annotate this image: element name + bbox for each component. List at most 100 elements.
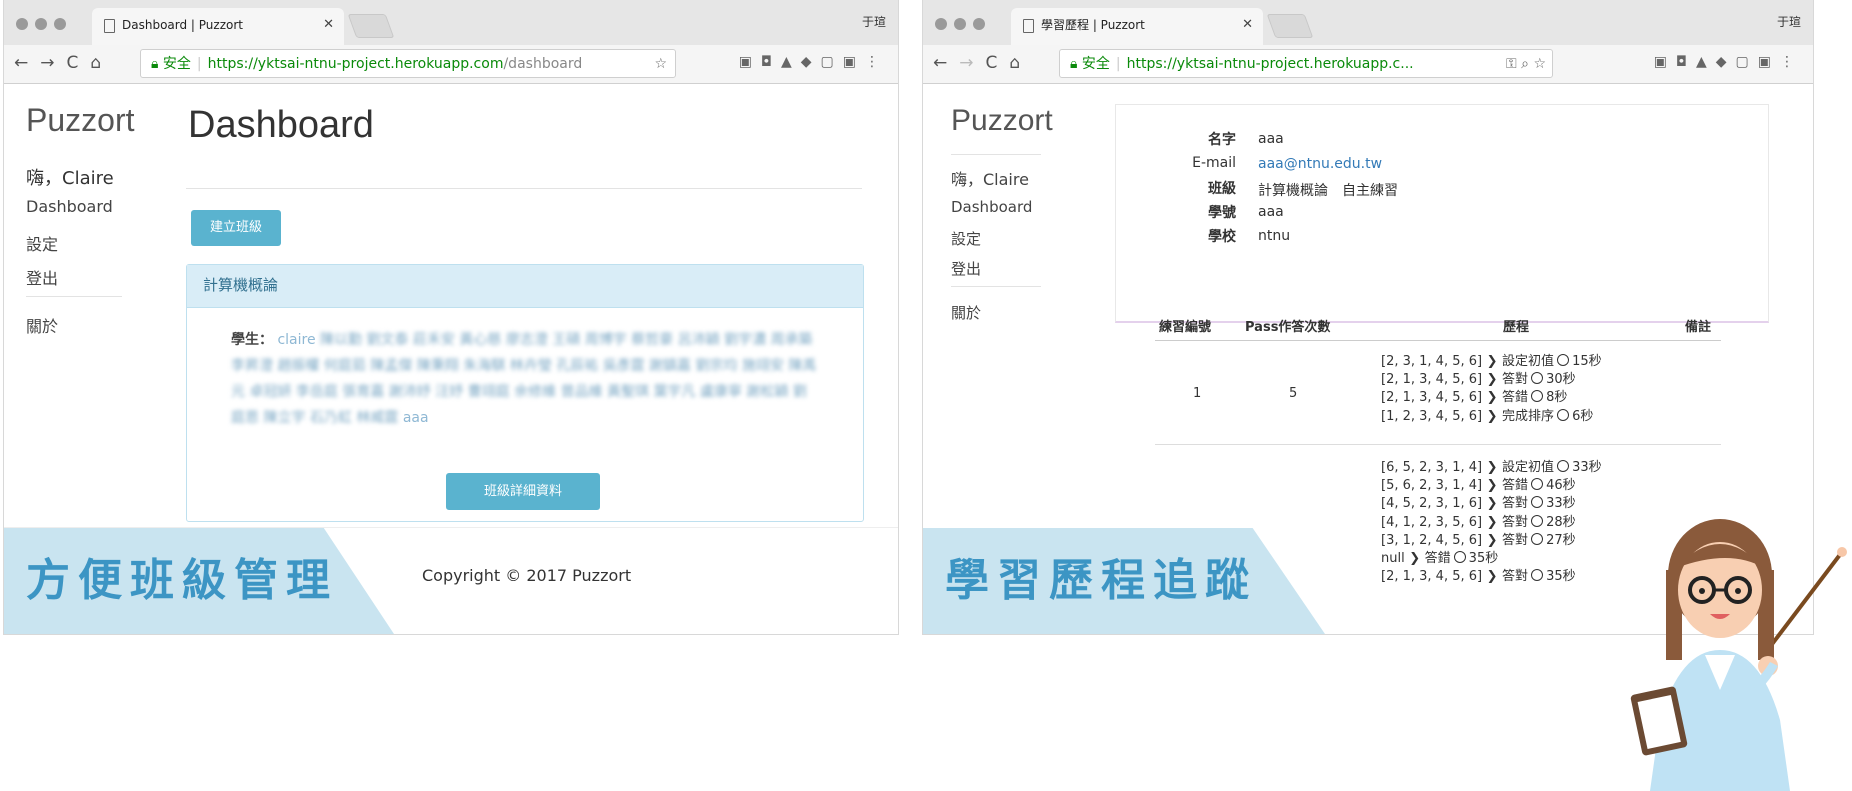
- student-name[interactable]: claire: [277, 332, 315, 348]
- elapsed-time: 6秒: [1572, 408, 1594, 424]
- url-text: https://yktsai-ntnu-project.herokuapp.c.…: [1126, 56, 1414, 72]
- status-text: 答錯: [1502, 390, 1529, 406]
- status-text: 設定初值: [1502, 460, 1555, 475]
- pointer-tip: [1837, 547, 1847, 557]
- array-state: [5, 6, 2, 3, 1, 4]: [1381, 478, 1483, 494]
- row-divider: [1155, 444, 1721, 445]
- sidebar-item-logout[interactable]: 登出: [26, 265, 58, 289]
- status-text: 答錯: [1502, 478, 1529, 494]
- teacher-illustration: [1630, 519, 1847, 791]
- clock-icon: [1531, 478, 1544, 491]
- chevron-right-icon: ❯: [1482, 354, 1503, 369]
- close-tab-icon[interactable]: ✕: [323, 8, 334, 42]
- school-value: ntnu: [1258, 228, 1291, 244]
- clock-icon: [1531, 514, 1544, 527]
- sidebar-item-settings[interactable]: 設定: [26, 231, 58, 255]
- chevron-right-icon: ❯: [1482, 496, 1503, 512]
- brand-logo[interactable]: Puzzort: [26, 102, 134, 139]
- reload-icon[interactable]: C: [986, 53, 1010, 73]
- brand-divider: [951, 154, 1041, 155]
- footer: 方便班級管理 Copyright © 2017 Puzzort: [4, 527, 898, 634]
- elapsed-time: 33秒: [1572, 460, 1602, 475]
- clock-icon: [1557, 408, 1570, 421]
- sidebar-item-dashboard[interactable]: Dashboard: [951, 198, 1032, 216]
- history-line: [5, 6, 2, 3, 1, 4] ❯ 答錯 46秒: [1381, 474, 1576, 493]
- student-names-blurred[interactable]: 陳以勤 劉文泰 莊禾安 黃心慈 廖志澄 王碩 周博宇 蔡哲豪 呂沛穎 劉宇濃 周…: [231, 332, 816, 426]
- page-content: Puzzort 嗨，Claire Dashboard 設定 登出 關於 Dash…: [4, 84, 898, 634]
- extension-icons[interactable]: ▣◘▲◆▢▣⋮: [739, 54, 888, 70]
- elapsed-time: 15秒: [1572, 354, 1602, 369]
- email-link[interactable]: aaa@ntnu.edu.tw: [1258, 156, 1382, 172]
- tab-bar: 學習歷程 | Puzzort ✕ 于瑄: [923, 0, 1813, 45]
- page-icon: [1023, 19, 1034, 33]
- nav-buttons[interactable]: ←→C⌂: [14, 53, 113, 73]
- copyright: Copyright © 2017 Puzzort: [422, 566, 632, 585]
- forward-icon[interactable]: →: [959, 53, 985, 73]
- clock-icon: [1557, 460, 1570, 472]
- reload-icon[interactable]: C: [67, 53, 91, 73]
- window-controls[interactable]: [16, 15, 73, 34]
- clock-icon: [1557, 354, 1570, 366]
- chevron-right-icon: ❯: [1482, 460, 1503, 475]
- nav-buttons[interactable]: ←→C⌂: [933, 53, 1032, 73]
- brand-logo[interactable]: Puzzort: [951, 104, 1053, 138]
- panel-title: 計算機概論: [187, 265, 863, 308]
- secure-label: 安全: [1081, 56, 1110, 72]
- chevron-right-icon: ❯: [1482, 390, 1503, 406]
- browser-toolbar: ←→C⌂ 🔒︎ 安全 | https://yktsai-ntnu-project.h…: [4, 45, 898, 84]
- profile-name[interactable]: 于瑄: [862, 13, 886, 30]
- tab-title: 學習歷程 | Puzzort: [1041, 18, 1145, 32]
- array-state: [4, 5, 2, 3, 1, 6]: [1381, 496, 1483, 512]
- sidebar-divider: [951, 286, 1041, 287]
- exercise-no: 1: [1193, 386, 1202, 401]
- bookmark-star-icon[interactable]: ⚿ ⌕ ☆: [1506, 50, 1546, 77]
- back-icon[interactable]: ←: [14, 53, 40, 73]
- home-icon[interactable]: ⌂: [90, 53, 113, 73]
- greeting: 嗨，Claire: [26, 168, 114, 189]
- name-value: aaa: [1258, 131, 1284, 147]
- close-tab-icon[interactable]: ✕: [1242, 8, 1253, 42]
- bookmark-star-icon[interactable]: ☆: [654, 50, 667, 77]
- new-tab-button[interactable]: [1266, 14, 1314, 38]
- home-icon[interactable]: ⌂: [1009, 53, 1032, 73]
- lock-icon: 🔒︎: [1070, 56, 1078, 72]
- tab-bar: Dashboard | Puzzort ✕ 于瑄: [4, 0, 898, 45]
- array-state: [2, 1, 3, 4, 5, 6]: [1381, 372, 1483, 388]
- chevron-right-icon: ❯: [1482, 372, 1503, 388]
- student-name[interactable]: aaa: [403, 410, 429, 426]
- col-header-notes: 備註: [1685, 320, 1712, 335]
- class-panel: 計算機概論 學生： claire 陳以勤 劉文泰 莊禾安 黃心慈 廖志澄 王碩 …: [186, 264, 864, 522]
- sidebar-item-about[interactable]: 關於: [951, 302, 981, 323]
- elapsed-time: 46秒: [1546, 478, 1576, 494]
- class-details-button[interactable]: 班級詳細資料: [446, 473, 600, 510]
- profile-name[interactable]: 于瑄: [1777, 13, 1801, 30]
- chevron-right-icon: ❯: [1482, 408, 1503, 424]
- feature-banner: 方便班級管理: [4, 528, 394, 634]
- browser-tab[interactable]: 學習歷程 | Puzzort ✕: [1011, 8, 1263, 45]
- elapsed-time: 33秒: [1546, 496, 1576, 512]
- new-tab-button[interactable]: [347, 14, 395, 38]
- browser-tab[interactable]: Dashboard | Puzzort ✕: [92, 8, 344, 45]
- page-icon: [104, 19, 115, 33]
- sidebar-item-about[interactable]: 關於: [26, 313, 58, 337]
- name-label: 名字: [1208, 132, 1236, 148]
- class-value: 計算機概論 自主練習: [1258, 183, 1398, 199]
- elapsed-time: 30秒: [1546, 372, 1576, 388]
- sidebar-item-settings[interactable]: 設定: [951, 228, 981, 249]
- address-bar[interactable]: 🔒︎ 安全 | https://yktsai-ntnu-project.heroku…: [140, 49, 676, 78]
- history-line: [4, 1, 2, 3, 5, 6] ❯ 答對 28秒: [1381, 511, 1576, 530]
- address-bar[interactable]: 🔒︎ 安全 | https://yktsai-ntnu-project.heroku…: [1059, 49, 1553, 78]
- back-icon[interactable]: ←: [933, 53, 959, 73]
- extension-icons[interactable]: ▣◘▲◆▢▣⋮: [1654, 54, 1803, 70]
- col-header-pass-count: Pass作答次數: [1245, 320, 1331, 335]
- sidebar-item-logout[interactable]: 登出: [951, 258, 981, 279]
- clock-icon: [1531, 372, 1544, 385]
- history-line: [2, 1, 3, 4, 5, 6] ❯ 答對 30秒: [1381, 368, 1576, 387]
- browser-window-dashboard: Dashboard | Puzzort ✕ 于瑄 ←→C⌂ 🔒︎ 安全 | http…: [4, 0, 898, 634]
- forward-icon[interactable]: →: [40, 53, 66, 73]
- window-controls[interactable]: [935, 15, 992, 34]
- sidebar-item-dashboard[interactable]: Dashboard: [26, 197, 113, 216]
- status-text: 設定初值: [1502, 354, 1555, 369]
- school-label: 學校: [1208, 229, 1236, 245]
- create-class-button[interactable]: 建立班級: [191, 210, 281, 246]
